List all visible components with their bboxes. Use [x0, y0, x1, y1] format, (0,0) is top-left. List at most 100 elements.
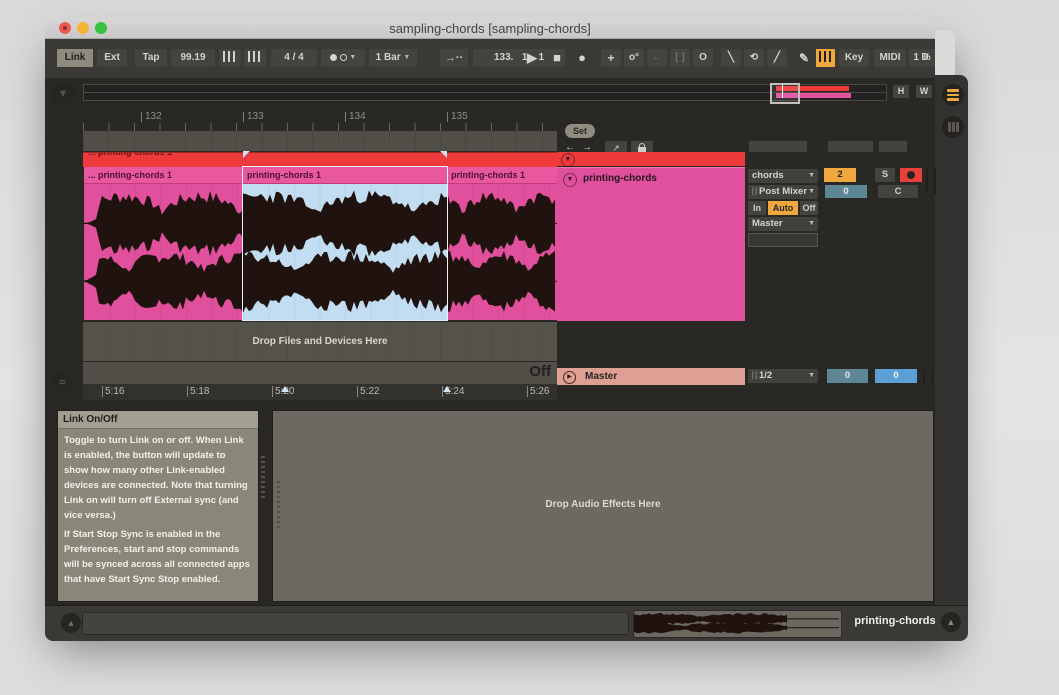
master-volume-field[interactable]: 0 — [827, 369, 868, 383]
clip-title-bar[interactable]: ... printing-chords 1 — [84, 167, 243, 184]
piano-icon — [819, 51, 832, 62]
quantize-menu[interactable]: 1 Bar ▼ — [369, 49, 417, 67]
selection-button[interactable]: [ ] — [670, 49, 690, 67]
insert-marker-button[interactable]: + — [601, 49, 621, 67]
overview-divider — [84, 92, 886, 93]
pan-field[interactable]: C — [878, 185, 918, 198]
wave-view-button[interactable]: ≈ — [52, 372, 72, 392]
unfold-track-icon[interactable]: ▼ — [563, 173, 577, 187]
time-signature-field[interactable]: 4 / 4 — [271, 49, 317, 67]
chevron-down-icon: ▼ — [349, 54, 356, 61]
output-routing-label: Master — [752, 218, 783, 229]
clip-tab-label[interactable]: printing-chords — [845, 615, 945, 627]
link-button[interactable]: Link — [57, 49, 93, 67]
preview-waveform — [634, 611, 839, 635]
red-track-header[interactable]: ▼ — [557, 152, 745, 166]
info-paragraph: If Start Stop Sync is enabled in the Pre… — [58, 523, 258, 587]
set-locator-button[interactable]: Set — [565, 124, 595, 138]
fade-button[interactable]: ╲ — [721, 49, 741, 67]
audio-clip-selected[interactable]: printing-chords 1 — [243, 167, 447, 320]
loop-marker-icon — [443, 386, 451, 392]
optimize-height-button[interactable]: H — [893, 85, 909, 98]
time-label: 5:26 — [527, 386, 549, 397]
drop-files-zone[interactable]: Drop Files and Devices Here — [83, 322, 557, 361]
loop-button[interactable]: ⟲ — [744, 49, 764, 67]
beat-ruler[interactable] — [83, 123, 557, 131]
chevron-down-icon: ▼ — [808, 185, 815, 199]
title-bar[interactable]: sampling-chords [sampling-chords] — [45, 18, 935, 39]
tap-tempo-button[interactable]: Tap — [135, 49, 167, 67]
red-track-mixer-partial — [878, 140, 908, 153]
monitor-in-button[interactable]: In — [748, 201, 766, 215]
device-chain-area[interactable]: Drop Audio Effects Here — [272, 410, 934, 602]
ext-sync-button[interactable]: Ext — [97, 49, 127, 67]
clip-waveform-area[interactable] — [243, 184, 447, 320]
audio-clip[interactable]: ... printing-chords 1 — [84, 167, 243, 320]
volume-field[interactable]: 0 — [825, 185, 867, 198]
master-track-header[interactable]: ▶ Master — [557, 368, 745, 385]
monitor-auto-button[interactable]: Auto — [768, 201, 798, 215]
midi-map-button[interactable]: MIDI — [874, 49, 906, 67]
status-bar: ▲ printing-chords ▲ — [45, 605, 968, 641]
session-overdub-button[interactable]: o° — [624, 49, 644, 67]
metronome-button[interactable]: ▼ — [321, 49, 365, 67]
solo-button[interactable]: S — [875, 168, 895, 182]
track-name[interactable]: printing-chords — [583, 173, 657, 184]
unfold-track-icon[interactable]: ▼ — [561, 153, 575, 167]
output-routing-menu[interactable]: Master▼ — [748, 217, 818, 231]
quantize-label: 1 Bar — [376, 52, 401, 63]
arrangement-overview[interactable] — [83, 84, 887, 101]
time-label: 5:16 — [102, 386, 124, 397]
tempo-field[interactable]: 99.19 — [171, 49, 215, 67]
record-arm-icon — [907, 171, 915, 179]
key-map-button[interactable]: Key — [839, 49, 869, 67]
track-header[interactable]: ▼ printing-chords — [557, 167, 745, 321]
punch-button[interactable]: ╱ — [767, 49, 787, 67]
clip-waveform-area[interactable] — [447, 184, 557, 320]
fold-bottom-button[interactable]: ▲ — [61, 613, 81, 633]
input-channel-menu[interactable]: Post Mixer▼ — [748, 185, 818, 199]
clip-title-bar[interactable]: printing-chords 1 — [447, 167, 557, 184]
selection-start-marker[interactable] — [243, 151, 250, 158]
selection-end-marker[interactable] — [440, 151, 447, 158]
follow-button[interactable]: →·· — [440, 49, 468, 67]
window-title: sampling-chords [sampling-chords] — [45, 21, 935, 36]
master-track-name[interactable]: Master — [585, 371, 617, 382]
master-output-menu[interactable]: 1/2▼ — [748, 369, 818, 383]
computer-midi-keyboard-button[interactable] — [816, 49, 835, 67]
output-channel-box[interactable] — [748, 233, 818, 247]
grid-overlay — [84, 184, 243, 320]
panel-splitter[interactable] — [261, 456, 265, 500]
track-activator[interactable]: 2 — [824, 168, 856, 182]
menu-toggle-button[interactable] — [942, 84, 964, 106]
input-routing-menu[interactable]: chords▼ — [748, 169, 818, 183]
time-label: 5:18 — [187, 386, 209, 397]
record-button[interactable]: ● — [572, 49, 592, 67]
monitor-off-button[interactable]: Off — [800, 201, 818, 215]
red-track-clip[interactable]: ... printing-chords 1 — [83, 152, 557, 167]
clip-overview-preview[interactable] — [633, 610, 842, 638]
nudge-down-button[interactable] — [219, 49, 241, 67]
overview-view-rectangle[interactable] — [770, 83, 800, 104]
fold-top-button[interactable]: ▼ — [51, 82, 75, 106]
right-side-strip: I-O R M D — [935, 75, 968, 605]
back-to-arrangement-button[interactable]: ← — [647, 49, 667, 67]
scrub-area[interactable] — [83, 131, 557, 151]
audio-clip[interactable]: printing-chords 1 — [447, 167, 557, 320]
play-button[interactable]: ▶ — [522, 49, 542, 67]
optimize-width-button[interactable]: W — [916, 85, 932, 98]
clip-waveform-area[interactable] — [84, 184, 243, 320]
mixer-strip-toggle-button[interactable] — [942, 116, 964, 138]
draw-mode-button[interactable]: ✎ — [795, 49, 813, 67]
chevron-down-icon: ▼ — [808, 169, 815, 183]
fold-detail-button[interactable]: ▲ — [941, 612, 961, 632]
time-ruler[interactable]: 5:16 5:18 5:20 5:22 5:24 5:26 — [83, 384, 557, 400]
reenable-automation-button[interactable]: O — [693, 49, 713, 67]
stop-button[interactable]: ■ — [547, 49, 567, 67]
master-track-lane[interactable]: Off — [83, 362, 557, 384]
info-paragraph: Toggle to turn Link on or off. When Link… — [58, 429, 258, 523]
arm-button[interactable] — [900, 168, 922, 182]
nudge-up-button[interactable] — [244, 49, 266, 67]
master-pan-field[interactable]: 0 — [875, 369, 917, 383]
clip-title-bar[interactable]: printing-chords 1 — [243, 167, 447, 184]
